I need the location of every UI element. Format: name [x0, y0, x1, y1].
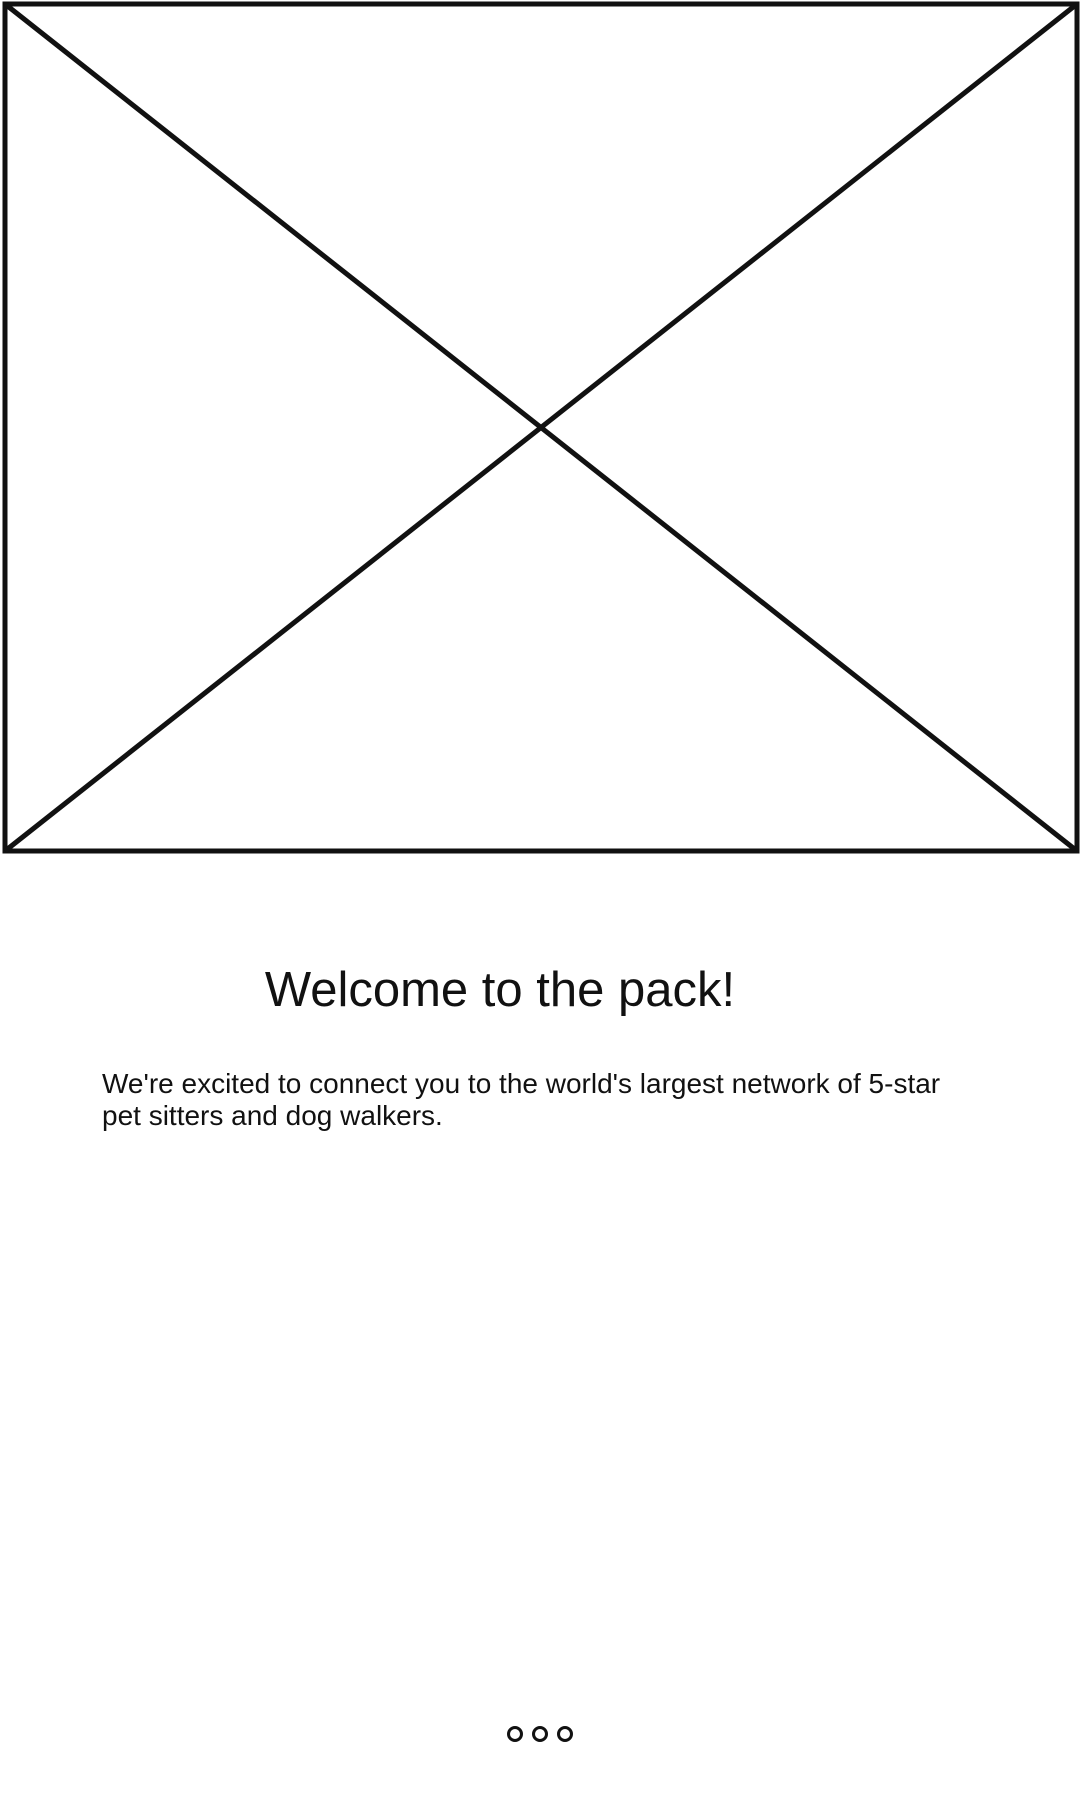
page-indicator [0, 1726, 1080, 1742]
page-dot-2[interactable] [532, 1726, 548, 1742]
image-placeholder-icon [2, 1, 1080, 854]
welcome-subtitle: We're excited to connect you to the worl… [102, 1068, 941, 1131]
hero-image-placeholder [0, 0, 1080, 856]
page-dot-1[interactable] [507, 1726, 523, 1742]
welcome-title: Welcome to the pack! [264, 963, 736, 1017]
page-dot-3[interactable] [557, 1726, 573, 1742]
